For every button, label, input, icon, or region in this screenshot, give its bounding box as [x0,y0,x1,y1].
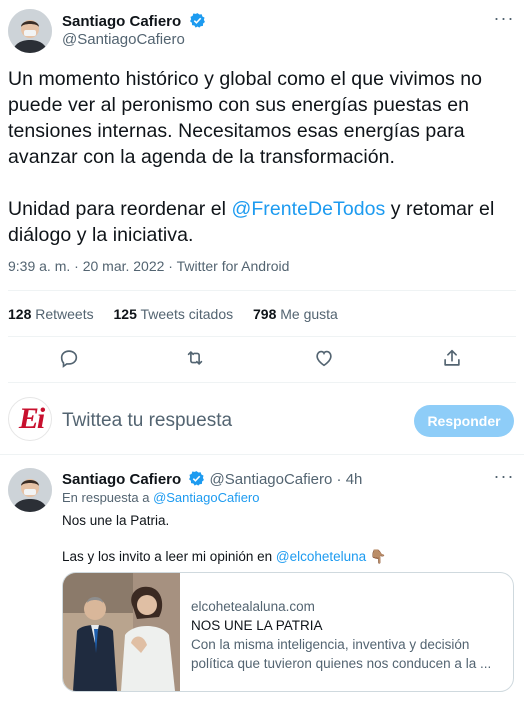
verified-badge-icon [189,471,205,486]
divider [8,336,516,337]
share-icon[interactable] [440,346,464,370]
reply-button[interactable]: Responder [414,405,514,437]
likes-count: 798 [253,306,277,322]
reply-line: Nos une la Patria. [62,513,170,528]
divider [8,290,516,291]
retweets-stat[interactable]: 128 Retweets [8,306,94,322]
card-title: NOS UNE LA PATRIA [191,618,323,633]
tweet-paragraph: Unidad para reordenar el @FrenteDeTodos … [8,196,518,248]
reply-author-avatar[interactable] [8,468,52,512]
author-avatar[interactable] [8,9,52,53]
quotes-count: 125 [113,306,137,322]
retweets-count: 128 [8,306,32,322]
tweet-text-segment: Unidad para reordenar el [8,198,232,220]
pointing-down-emoji: 👇🏽 [369,549,387,564]
author-handle[interactable]: @SantiagoCafiero [62,31,185,48]
like-icon[interactable] [312,346,336,370]
in-reply-handle-link[interactable]: @SantiagoCafiero [153,490,259,505]
link-preview-card[interactable]: elcohetealaluna.com NOS UNE LA PATRIA Co… [62,572,514,692]
more-options-icon[interactable]: ··· [492,9,516,32]
reply-time[interactable]: 4h [346,471,363,488]
author-name[interactable]: Santiago Cafiero [62,13,181,30]
likes-stat[interactable]: 798 Me gusta [253,306,338,322]
avatar-logo-text: Ei [18,402,45,435]
author-name-row[interactable]: Santiago Cafiero [62,12,206,31]
tweet-paragraph: Un momento histórico y global como el qu… [8,68,483,168]
tweet-text: Un momento histórico y global como el qu… [8,66,518,248]
reply-header: Santiago Cafiero @SantiagoCafiero · 4h [62,470,362,488]
in-reply-to: En respuesta a @SantiagoCafiero [62,490,260,505]
mention-link[interactable]: @elcoheteluna [276,549,366,564]
reply-icon[interactable] [57,346,81,370]
retweets-label: Retweets [35,306,94,322]
reply-text: Nos une la Patria. Las y los invito a le… [62,512,512,566]
tweet-timestamp[interactable]: 9:39 a. m. · 20 mar. 2022 · Twitter for … [8,258,289,274]
card-domain: elcohetealaluna.com [191,599,315,614]
divider [8,382,516,383]
in-reply-prefix: En respuesta a [62,490,154,505]
reply-author-handle[interactable]: @SantiagoCafiero [210,471,333,488]
mention-link[interactable]: @FrenteDeTodos [231,198,385,220]
reply-text-segment: Las y los invito a leer mi opinión en [62,549,276,564]
verified-badge-icon [189,13,205,28]
retweet-icon[interactable] [183,346,207,370]
more-options-icon[interactable]: ··· [492,467,516,490]
divider [0,454,524,455]
separator: · [336,471,342,488]
likes-label: Me gusta [280,306,338,322]
account-avatar[interactable]: Ei [8,397,52,441]
reply-input[interactable]: Twittea tu respuesta [62,410,232,432]
reply-author-name[interactable]: Santiago Cafiero [62,471,181,488]
reply-line: Las y los invito a leer mi opinión en @e… [62,548,512,566]
card-description: Con la misma inteligencia, inventiva y d… [191,637,492,671]
quotes-label: Tweets citados [140,306,234,322]
card-image [63,573,180,691]
quotes-stat[interactable]: 125 Tweets citados [114,306,234,322]
tweet-stats: 128 Retweets 125 Tweets citados 798 Me g… [8,306,354,322]
card-text: elcohetealaluna.com NOS UNE LA PATRIA Co… [191,597,505,673]
